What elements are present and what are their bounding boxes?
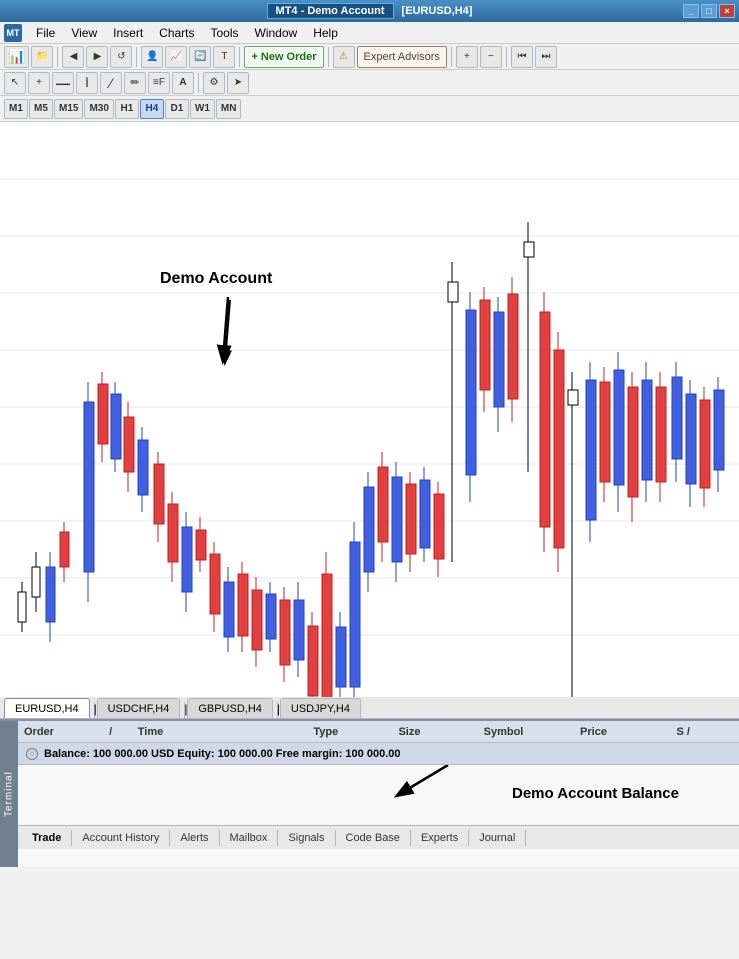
menu-window[interactable]: Window [247, 24, 306, 42]
chart-tab-eurusd[interactable]: EURUSD,H4 [4, 698, 90, 718]
chart-tab-usdchf[interactable]: USDCHF,H4 [97, 698, 181, 718]
tb-cursor[interactable]: ↖ [4, 72, 26, 94]
balance-icon: ○ [26, 748, 38, 760]
title-symbol: [EURUSD,H4] [402, 5, 473, 17]
app-logo: MT [4, 24, 22, 42]
minimize-btn[interactable]: _ [683, 4, 699, 18]
menu-bar: MT File View Insert Charts Tools Window … [0, 22, 739, 44]
col-size: Size [398, 726, 477, 738]
sep-draw [198, 73, 199, 93]
terminal-content: Order / Time Type Size Symbol Price S / … [18, 721, 739, 849]
balance-arrow [18, 765, 739, 825]
tf-h1[interactable]: H1 [115, 99, 139, 119]
menu-view[interactable]: View [63, 24, 105, 42]
chart-tab-gbpusd[interactable]: GBPUSD,H4 [187, 698, 273, 718]
col-time: Time [138, 726, 308, 738]
terminal-tabs: Trade Account History Alerts Mailbox Sig… [18, 825, 739, 849]
tab-sep3: | [277, 702, 278, 718]
chart-area[interactable]: Demo Account [0, 122, 739, 697]
tab-experts[interactable]: Experts [411, 830, 469, 846]
maximize-btn[interactable]: □ [701, 4, 717, 18]
toolbar1: 📊 📁 ◀ ▶ ↺ 👤 📈 🔄 T + New Order ⚠ Expert A… [0, 44, 739, 70]
menu-file[interactable]: File [28, 24, 63, 42]
tb-zoom-in[interactable]: + [456, 46, 478, 68]
chart-tab-usdjpy[interactable]: USDJPY,H4 [280, 698, 361, 718]
col-price: Price [580, 726, 670, 738]
tf-m15[interactable]: M15 [54, 99, 83, 119]
tb-text[interactable]: A [172, 72, 194, 94]
timeframe-toolbar: M1 M5 M15 M30 H1 H4 D1 W1 MN [0, 96, 739, 122]
balance-row: ○ Balance: 100 000.00 USD Equity: 100 00… [18, 743, 739, 765]
tb-vline[interactable]: | [76, 72, 98, 94]
tb-new-chart[interactable]: 📊 [4, 46, 29, 68]
col-sl: S / [676, 726, 733, 738]
tb-open[interactable]: 📁 [31, 46, 53, 68]
chart-tabs: EURUSD,H4 | USDCHF,H4 | GBPUSD,H4 | USDJ… [0, 697, 739, 719]
menu-tools[interactable]: Tools [203, 24, 247, 42]
tf-m5[interactable]: M5 [29, 99, 53, 119]
tb-fibo[interactable]: ≡F [148, 72, 170, 94]
tf-d1[interactable]: D1 [165, 99, 189, 119]
sep3 [239, 47, 240, 67]
terminal-header: Order / Time Type Size Symbol Price S / [18, 721, 739, 743]
terminal-panel: Terminal Order / Time Type Size Symbol P… [0, 719, 739, 867]
col-sort[interactable]: / [109, 726, 132, 738]
col-order: Order [24, 726, 103, 738]
tf-m1[interactable]: M1 [4, 99, 28, 119]
tab-alerts[interactable]: Alerts [170, 830, 219, 846]
tb-properties[interactable]: ⚙ [203, 72, 225, 94]
tb-fwd[interactable]: ▶ [86, 46, 108, 68]
tab-sep1: | [94, 702, 95, 718]
title-text: MT4 - Demo Account [267, 3, 394, 19]
balance-text: Balance: 100 000.00 USD Equity: 100 000.… [44, 748, 400, 760]
tb-tpl[interactable]: T [213, 46, 235, 68]
sep4 [328, 47, 329, 67]
tf-mn[interactable]: MN [216, 99, 242, 119]
tb-scroll-right[interactable]: ⏭ [535, 46, 557, 68]
sep5 [451, 47, 452, 67]
menu-insert[interactable]: Insert [105, 24, 151, 42]
tab-account-history[interactable]: Account History [72, 830, 170, 846]
tb-period[interactable]: 🔄 [189, 46, 211, 68]
tb-refresh[interactable]: ↺ [110, 46, 132, 68]
menu-help[interactable]: Help [305, 24, 346, 42]
tb-scroll-left[interactable]: ⏮ [511, 46, 533, 68]
tb-hline[interactable]: — [52, 72, 74, 94]
balance-annotation-area: Demo Account Balance [18, 765, 739, 825]
tb-profile[interactable]: 👤 [141, 46, 163, 68]
tb-crosshair[interactable]: + [28, 72, 50, 94]
tab-journal[interactable]: Journal [469, 830, 526, 846]
toolbar2-drawing: ↖ + — | ∕ ✏ ≡F A ⚙ ➤ [0, 70, 739, 96]
tab-sep2: | [184, 702, 185, 718]
tab-codebase[interactable]: Code Base [336, 830, 411, 846]
tb-indicator[interactable]: 📈 [165, 46, 187, 68]
tb-pencil[interactable]: ✏ [124, 72, 146, 94]
tb-zoom-out[interactable]: − [480, 46, 502, 68]
sep6 [506, 47, 507, 67]
col-type: Type [313, 726, 392, 738]
tf-w1[interactable]: W1 [190, 99, 215, 119]
tf-m30[interactable]: M30 [84, 99, 113, 119]
tb-trendline[interactable]: ∕ [100, 72, 122, 94]
tab-trade[interactable]: Trade [22, 830, 72, 846]
tab-signals[interactable]: Signals [278, 830, 335, 846]
title-bar: MT4 - Demo Account [EURUSD,H4] _ □ × [0, 0, 739, 22]
tb-alert-icon[interactable]: ⚠ [333, 46, 355, 68]
terminal-label: Terminal [0, 721, 18, 867]
tb-arrow[interactable]: ➤ [227, 72, 249, 94]
menu-charts[interactable]: Charts [151, 24, 202, 42]
new-order-btn[interactable]: + New Order [244, 46, 323, 68]
sep2 [136, 47, 137, 67]
tab-mailbox[interactable]: Mailbox [220, 830, 279, 846]
window-controls: _ □ × [683, 4, 735, 18]
expert-advisors-btn[interactable]: Expert Advisors [357, 46, 447, 68]
tb-back[interactable]: ◀ [62, 46, 84, 68]
col-symbol: Symbol [484, 726, 574, 738]
sep1 [57, 47, 58, 67]
candlestick-chart [0, 122, 739, 697]
tf-h4[interactable]: H4 [140, 99, 164, 119]
close-btn[interactable]: × [719, 4, 735, 18]
